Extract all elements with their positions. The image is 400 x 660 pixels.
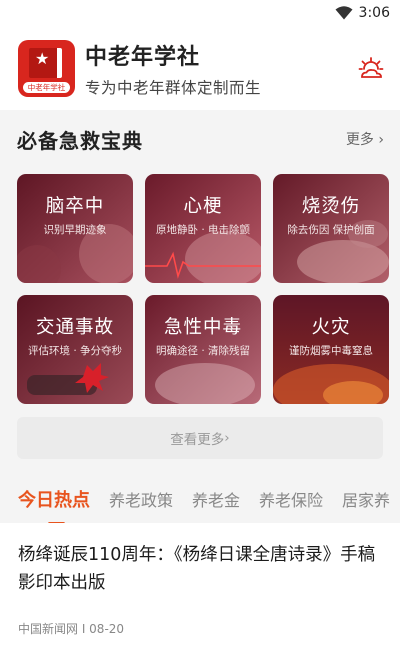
tile-poisoning[interactable]: 急性中毒 明确途径 · 清除残留 <box>145 295 261 404</box>
logo-text: 中老年学社 <box>23 81 70 93</box>
tile-title: 心梗 <box>183 196 223 217</box>
news-tabs: 今日热点 养老政策 养老金 养老保险 居家养 <box>0 475 400 523</box>
tile-title: 火灾 <box>311 317 351 338</box>
tile-title: 急性中毒 <box>163 317 242 338</box>
tile-subtitle: 除去伤因 保护创面 <box>287 224 375 236</box>
more-link[interactable]: 更多 › <box>346 129 384 149</box>
chevron-right-icon: › <box>224 430 230 446</box>
article-source: 中国新闻网 I 08-20 <box>18 622 125 636</box>
tile-fire[interactable]: 火灾 谨防烟雾中毒窒息 <box>273 295 389 404</box>
brand: 中老年学社 专为中老年群体定制而生 <box>85 39 261 98</box>
tab-pension-policy[interactable]: 养老政策 <box>109 487 173 511</box>
star-icon: ★ <box>35 48 50 68</box>
wifi-icon <box>335 6 353 20</box>
status-time: 3:06 <box>358 5 390 21</box>
more-label: 更多 <box>345 132 374 148</box>
first-aid-section: 必备急救宝典 更多 › 脑卒中 识别早期迹象 心梗 原地静卧 · 电击除颤 烧烫… <box>0 110 400 475</box>
sun-cloud-icon[interactable] <box>358 56 384 82</box>
tile-subtitle: 谨防烟雾中毒窒息 <box>289 345 373 357</box>
tile-subtitle: 明确途径 · 清除残留 <box>155 345 250 357</box>
first-aid-title: 必备急救宝典 <box>17 128 143 153</box>
app-title: 中老年学社 <box>85 44 201 70</box>
tile-burn[interactable]: 烧烫伤 除去伤因 保护创面 <box>273 174 389 283</box>
tile-title: 烧烫伤 <box>301 196 361 217</box>
tile-traffic-accident[interactable]: 交通事故 评估环境 · 争分夺秒 <box>17 295 133 404</box>
tab-hot-today[interactable]: 今日热点 <box>18 486 90 523</box>
app-header: ★ 中老年学社 中老年学社 专为中老年群体定制而生 <box>0 26 400 110</box>
tab-pension-insurance[interactable]: 养老保险 <box>259 487 323 511</box>
app-logo: ★ 中老年学社 <box>18 39 75 97</box>
first-aid-header: 必备急救宝典 更多 › <box>0 110 400 168</box>
article-headline: 杨绛诞辰110周年：《杨绛日课全唐诗录》手稿影印本出版 <box>18 545 376 593</box>
chevron-right-icon: › <box>378 132 384 148</box>
tile-heart-attack[interactable]: 心梗 原地静卧 · 电击除颤 <box>145 174 261 283</box>
see-more-button[interactable]: 查看更多 › <box>17 417 383 459</box>
news-article[interactable]: 杨绛诞辰110周年：《杨绛日课全唐诗录》手稿影印本出版 中国新闻网 I 08-2… <box>0 523 400 660</box>
tab-pension[interactable]: 养老金 <box>192 487 240 511</box>
tile-subtitle: 原地静卧 · 电击除颤 <box>155 224 250 236</box>
tab-home-care[interactable]: 居家养 <box>342 487 390 511</box>
tile-subtitle: 评估环境 · 争分夺秒 <box>27 345 122 357</box>
status-bar: 3:06 <box>0 0 400 26</box>
tile-stroke[interactable]: 脑卒中 识别早期迹象 <box>17 174 133 283</box>
tile-title: 脑卒中 <box>45 196 105 217</box>
tile-title: 交通事故 <box>35 317 114 338</box>
see-more-label: 查看更多 <box>170 432 225 448</box>
tab-label: 今日热点 <box>18 490 90 511</box>
screen: 3:06 ★ 中老年学社 中老年学社 专为中老年群体定制而生 必备急救宝典 更多… <box>0 0 400 660</box>
tile-subtitle: 识别早期迹象 <box>43 224 107 236</box>
app-slogan: 专为中老年群体定制而生 <box>85 78 262 97</box>
